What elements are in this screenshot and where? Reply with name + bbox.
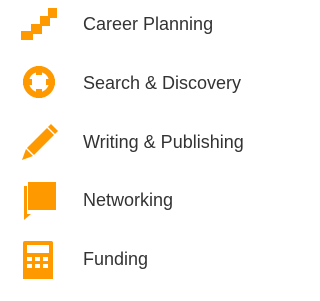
menu-item-writing-publishing[interactable]: Writing & Publishing [0, 122, 264, 162]
chat-bubble-icon [19, 180, 59, 220]
menu-item-funding[interactable]: Funding [0, 239, 264, 279]
menu-item-career-planning[interactable]: Career Planning [0, 4, 264, 44]
calculator-icon [19, 239, 59, 279]
menu-item-label: Writing & Publishing [83, 132, 244, 152]
pencil-icon [19, 122, 59, 162]
menu-item-label: Funding [83, 249, 149, 269]
menu-item-label: Networking [83, 190, 174, 210]
menu-item-label: Career Planning [83, 14, 214, 34]
crosshair-icon [19, 63, 59, 103]
stairs-icon [19, 4, 59, 44]
menu-item-search-discovery[interactable]: Search & Discovery [0, 63, 264, 103]
menu-item-networking[interactable]: Networking [0, 180, 264, 220]
topic-menu: Career Planning Search & Discovery Writi… [0, 0, 264, 301]
menu-item-label: Search & Discovery [83, 73, 242, 93]
